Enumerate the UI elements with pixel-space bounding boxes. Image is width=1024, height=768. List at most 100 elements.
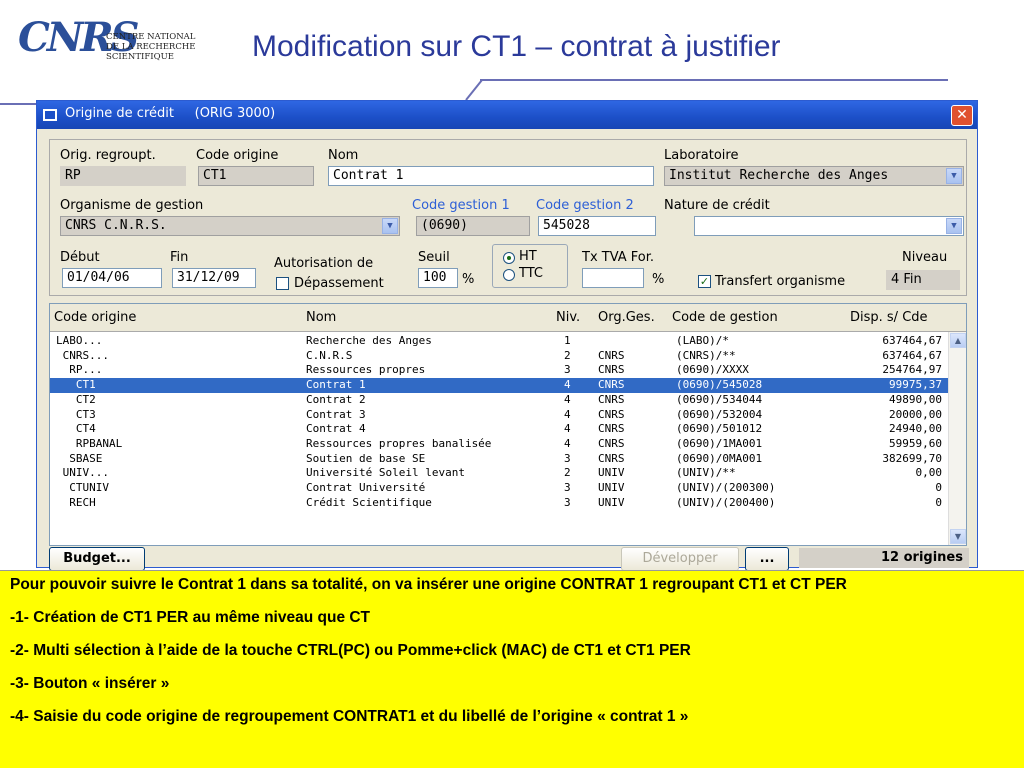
cell-niv: 2 (564, 348, 571, 362)
column-code-gestion[interactable]: Code de gestion (672, 310, 778, 325)
cell-niv: 3 (564, 451, 571, 465)
tva-unit: % (652, 272, 665, 287)
cell-nom: Ressources propres banalisée (306, 436, 492, 450)
note-step-3: -3- Bouton « insérer » (10, 675, 170, 692)
table-row[interactable]: RECH Crédit Scientifique 3 UNIV (UNIV)/(2004… (50, 496, 948, 511)
cell-niv: 2 (564, 466, 571, 480)
fin-field[interactable]: 31/12/09 (172, 268, 256, 288)
laboratoire-select[interactable]: Institut Recherche des Anges ▼ (664, 166, 964, 186)
column-disp[interactable]: Disp. s/ Cde (850, 310, 928, 325)
cell-org: CNRS (598, 392, 625, 406)
ht-radio[interactable] (503, 252, 515, 264)
cell-code: LABO... (56, 334, 103, 347)
cell-nom: Contrat 3 (306, 407, 366, 421)
cell-code: CT2 (56, 392, 96, 406)
cnrs-logo-mark: CNRS (18, 14, 140, 61)
ht-label: HT (519, 249, 537, 264)
table-row[interactable]: SBASE Soutien de base SE 3 CNRS (0690)/0MA00… (50, 452, 948, 467)
scroll-up-icon[interactable]: ▲ (950, 333, 966, 348)
table-row[interactable]: RP... Ressources propres 3 CNRS (0690)/XXXX 2… (50, 363, 948, 378)
seuil-label: Seuil (418, 250, 450, 265)
cnrs-logo-text: CENTRE NATIONAL DE LA RECHERCHE SCIENTIF… (106, 32, 196, 62)
note-step-4: -4- Saisie du code origine de regroupeme… (10, 708, 689, 725)
developper-button[interactable]: Développer (621, 547, 739, 571)
table-row[interactable]: CT1 Contrat 1 4 CNRS (0690)/545028 99975,37 (50, 378, 948, 393)
niveau-label: Niveau (902, 250, 948, 265)
tva-label: Tx TVA For. (582, 250, 655, 265)
cell-niv: 3 (564, 363, 571, 377)
table-row[interactable]: CNRS... C.N.R.S 2 CNRS (CNRS)/** 637464,67 (50, 349, 948, 364)
column-nom[interactable]: Nom (306, 310, 336, 325)
cell-code: CT1 (56, 378, 96, 392)
debut-label: Début (60, 250, 100, 265)
cell-code: RP... (56, 363, 103, 377)
cell-disp: 99975,37 (889, 378, 942, 392)
cell-cg: (UNIV)/(200400) (676, 495, 776, 509)
more-button[interactable]: ... (745, 547, 789, 571)
cell-nom: Contrat Université (306, 481, 426, 494)
nom-field[interactable]: Contrat 1 (328, 166, 654, 186)
title-underline-diagonal (465, 79, 483, 101)
cell-org: CNRS (598, 436, 625, 450)
debut-field[interactable]: 01/04/06 (62, 268, 162, 288)
list-scrollbar[interactable]: ▲ ▼ (948, 332, 966, 545)
table-row[interactable]: CT3 Contrat 3 4 CNRS (0690)/532004 20000,00 (50, 408, 948, 423)
column-code-origine[interactable]: Code origine (54, 310, 136, 325)
cell-cg: (0690)/0MA001 (676, 451, 763, 465)
cell-niv: 4 (564, 407, 571, 421)
slide-title: Modification sur CT1 – contrat à justifi… (252, 30, 781, 63)
cell-org: CNRS (598, 363, 625, 377)
column-niv[interactable]: Niv. (556, 310, 580, 325)
cell-code: CT4 (56, 422, 96, 436)
code-gestion-2-label: Code gestion 2 (536, 198, 634, 213)
niveau-field: 4 Fin (886, 270, 960, 290)
table-row[interactable]: RPBANAL Ressources propres banalisée 4 CNRS… (50, 437, 948, 452)
code-gestion-2-field[interactable]: 545028 (538, 216, 656, 236)
table-row[interactable]: UNIV... Université Soleil levant 2 UNIV (UNI… (50, 466, 948, 481)
code-gestion-1-label: Code gestion 1 (412, 198, 510, 213)
orig-regroupt-field[interactable]: RP (60, 166, 186, 186)
ttc-radio[interactable] (503, 269, 515, 281)
table-row[interactable]: CT4 Contrat 4 4 CNRS (0690)/501012 24940,00 (50, 422, 948, 437)
cell-disp: 0,00 (915, 466, 943, 480)
seuil-unit: % (462, 272, 475, 287)
cell-disp: 0 (935, 495, 942, 509)
nature-credit-select[interactable]: ▼ (694, 216, 964, 236)
table-row[interactable]: LABO... Recherche des Anges 1 (LABO)/* 63746… (50, 334, 948, 349)
code-gestion-1-field[interactable]: (0690) (416, 216, 530, 236)
left-rule (0, 103, 40, 105)
cell-disp: 382699,70 (882, 451, 942, 465)
cell-code: RECH (56, 495, 96, 509)
cell-nom: Contrat 4 (306, 422, 366, 436)
column-org-ges[interactable]: Org.Ges. (598, 310, 655, 325)
cell-org: CNRS (598, 378, 625, 392)
seuil-field[interactable]: 100 (418, 268, 458, 288)
transfert-checkbox[interactable]: ✓ (698, 275, 711, 288)
scroll-down-icon[interactable]: ▼ (950, 529, 966, 544)
chevron-down-icon[interactable]: ▼ (382, 218, 398, 234)
code-origine-field[interactable]: CT1 (198, 166, 314, 186)
cell-code: CT3 (56, 407, 96, 421)
depassement-checkbox[interactable] (276, 277, 289, 290)
chevron-down-icon[interactable]: ▼ (946, 168, 962, 184)
table-row[interactable]: CTUNIV Contrat Université 3 UNIV (UNIV)/(200… (50, 481, 948, 496)
cell-org: UNIV (598, 495, 625, 509)
cell-nom: Contrat 2 (306, 392, 366, 406)
organisme-select[interactable]: CNRS C.N.R.S. ▼ (60, 216, 400, 236)
cell-code: RPBANAL (56, 436, 123, 450)
cell-org: UNIV (598, 481, 625, 494)
cell-cg: (0690)/545028 (676, 378, 763, 392)
chevron-down-icon[interactable]: ▼ (946, 218, 962, 234)
window-titlebar[interactable]: Origine de crédit (ORIG 3000) ✕ (37, 101, 977, 129)
window-title: Origine de crédit (ORIG 3000) (65, 106, 276, 121)
origines-list[interactable]: Code origine Nom Niv. Org.Ges. Code de g… (49, 303, 967, 546)
tva-field[interactable] (582, 268, 644, 288)
cell-nom: Contrat 1 (306, 378, 366, 392)
cell-disp: 637464,67 (882, 334, 942, 347)
table-row[interactable]: CT2 Contrat 2 4 CNRS (0690)/534044 49890,00 (50, 393, 948, 408)
close-button[interactable]: ✕ (951, 105, 973, 126)
form-panel: Orig. regroupt. Code origine Nom Laborat… (49, 139, 967, 296)
fin-label: Fin (170, 250, 189, 265)
budget-button[interactable]: Budget... (49, 547, 145, 571)
cell-disp: 254764,97 (882, 363, 942, 377)
